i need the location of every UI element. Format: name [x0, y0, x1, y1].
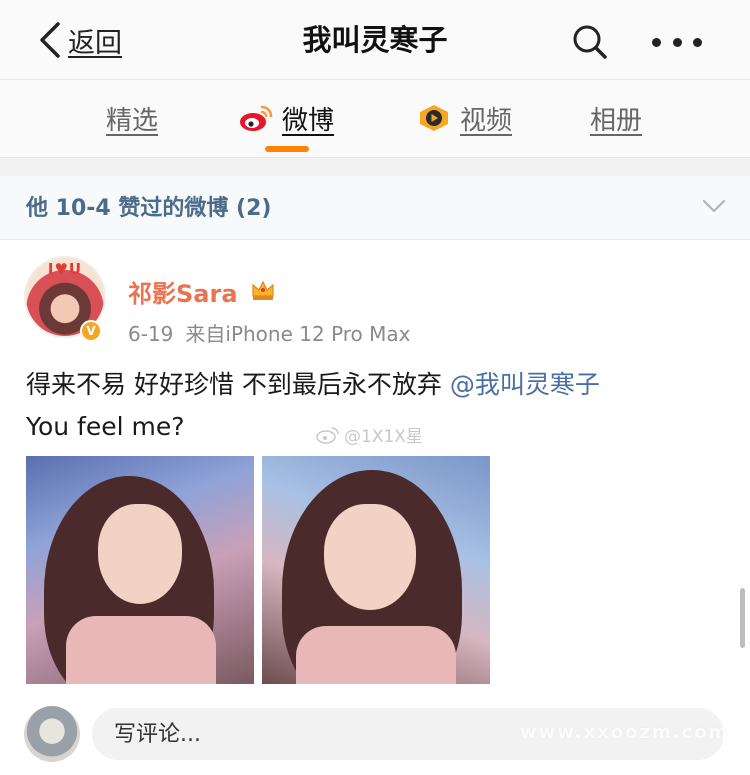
tab-label: 相册: [590, 105, 643, 136]
current-user-avatar[interactable]: [24, 706, 80, 762]
active-tab-indicator: [265, 146, 309, 152]
search-button[interactable]: [568, 20, 612, 64]
more-dot-icon: [652, 37, 661, 47]
more-button[interactable]: [652, 20, 702, 64]
search-icon: [573, 25, 607, 59]
image-content: [66, 616, 216, 684]
post-text: You feel me?: [26, 412, 185, 441]
mention-link[interactable]: @我叫灵寒子: [450, 370, 600, 399]
watermark-text: @1X1X星: [344, 427, 423, 447]
post-meta: 6-19 来自iPhone 12 Pro Max: [128, 318, 411, 347]
site-watermark: www.xxoozm.com: [520, 722, 730, 743]
tab-featured[interactable]: 精选: [106, 96, 158, 140]
chevron-down-icon: [702, 199, 726, 213]
tab-label: 微博: [282, 105, 335, 136]
scrollbar[interactable]: [740, 588, 745, 648]
more-dot-icon: [672, 37, 682, 47]
post-source: 来自iPhone 12 Pro Max: [185, 322, 411, 346]
post-image[interactable]: [262, 456, 490, 684]
divider: [0, 158, 750, 176]
tab-label: 视频: [460, 105, 513, 136]
navigation-bar: 返回 我叫灵寒子: [0, 0, 750, 80]
crown-icon: [252, 280, 274, 300]
verified-badge-icon: V: [80, 320, 102, 342]
image-watermark: @1X1X星: [316, 422, 423, 447]
weibo-icon: [240, 105, 273, 131]
avatar-text: I♥U: [47, 260, 83, 278]
tab-album[interactable]: 相册: [590, 96, 642, 140]
image-content: [98, 504, 182, 604]
image-content: [296, 626, 456, 684]
tab-label: 精选: [106, 105, 159, 136]
post-date: 6-19: [128, 322, 174, 346]
weibo-watermark-icon: [316, 426, 339, 444]
liked-posts-header[interactable]: 他 10-4 赞过的微博 (2): [0, 176, 750, 240]
post-text: 得来不易 好好珍惜 不到最后永不放弃: [26, 370, 450, 399]
chevron-left-icon: [40, 22, 60, 58]
image-content: [324, 504, 416, 610]
tab-weibo[interactable]: 微博: [238, 96, 334, 140]
back-button[interactable]: 返回: [36, 18, 122, 62]
more-dot-icon: [693, 37, 702, 47]
back-label: 返回: [68, 27, 122, 59]
post-image[interactable]: [26, 456, 254, 684]
profile-tabs: 精选 微博 视频 相册: [0, 80, 750, 158]
tab-videos[interactable]: 视频: [416, 96, 512, 140]
section-title: 他 10-4 赞过的微博 (2): [26, 196, 272, 221]
post-username[interactable]: 祁影Sara: [128, 274, 238, 309]
video-icon: [420, 105, 448, 131]
